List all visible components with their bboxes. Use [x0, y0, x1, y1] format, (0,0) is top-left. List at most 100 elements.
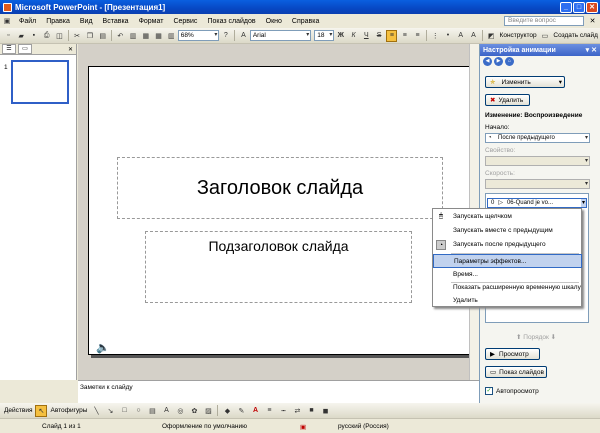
slide-canvas[interactable]: Заголовок слайда Подзаголовок слайда 🔈	[88, 66, 472, 355]
diagram-icon[interactable]: ◎	[174, 405, 186, 417]
menu-format[interactable]: Формат	[134, 18, 169, 25]
actions-menu[interactable]: Действия	[4, 407, 32, 414]
line-color-icon[interactable]: ✎	[235, 405, 247, 417]
subtitle-placeholder[interactable]: Подзаголовок слайда	[145, 231, 412, 303]
slides-tab[interactable]: ▭	[18, 44, 32, 54]
zoom-select[interactable]: 68%	[177, 30, 220, 41]
new-slide-button[interactable]: Создать слайд	[553, 32, 598, 39]
fill-color-icon[interactable]: ◆	[221, 405, 233, 417]
menu-effect-options[interactable]: Параметры эффектов...	[433, 254, 582, 268]
close-task-pane-icon[interactable]: ▾ ✕	[586, 46, 597, 54]
bullets-icon[interactable]: •	[443, 30, 454, 42]
slides-pane: ☰ ▭ ✕ 1	[0, 44, 77, 380]
remove-effect-button[interactable]: ✖ Удалить	[485, 94, 530, 106]
notes-pane[interactable]: Заметки к слайду	[78, 380, 479, 403]
arrow-style-icon[interactable]: ⇄	[291, 405, 303, 417]
start-select[interactable]: ◔ После предыдущего	[485, 133, 590, 143]
select-pointer-icon[interactable]: ↖	[35, 404, 48, 417]
menu-window[interactable]: Окно	[261, 18, 287, 25]
print-icon[interactable]: ⎙	[41, 30, 52, 42]
table-icon[interactable]: ▦	[140, 30, 151, 42]
property-select	[485, 156, 590, 166]
shadow-style-icon[interactable]: ■	[305, 405, 317, 417]
autopreview-checkbox[interactable]: ✓	[485, 387, 493, 395]
dash-style-icon[interactable]: ┅	[277, 405, 289, 417]
font-color-draw-icon[interactable]: A	[249, 405, 261, 417]
menu-view[interactable]: Вид	[75, 18, 98, 25]
home-icon[interactable]: ⌂	[505, 57, 514, 66]
autoshapes-menu[interactable]: Автофигуры	[50, 407, 87, 414]
back-icon[interactable]: ◀	[483, 57, 492, 66]
grow-font-icon[interactable]: A	[455, 30, 466, 42]
animation-item[interactable]: 0 ▷ 06-Quand je vo... ▾	[487, 198, 587, 208]
arrow-icon[interactable]: ↘	[104, 405, 116, 417]
menu-insert[interactable]: Вставка	[98, 18, 134, 25]
ask-question-input[interactable]: Введите вопрос	[504, 16, 584, 26]
close-document-icon[interactable]: ✕	[588, 17, 597, 26]
menu-file[interactable]: Файл	[14, 18, 41, 25]
align-right-icon[interactable]: ≡	[412, 30, 423, 42]
slide-thumbnail[interactable]	[11, 60, 69, 104]
save-icon[interactable]: ▪	[29, 30, 40, 42]
pane-tabs: ☰ ▭ ✕	[0, 44, 76, 55]
menu-start-on-click[interactable]: 🖱 Запускать щелчком	[433, 210, 582, 224]
context-menu: 🖱 Запускать щелчком Запускать вместе с п…	[432, 208, 582, 307]
clipart-icon[interactable]: ✿	[188, 405, 200, 417]
designer-button[interactable]: Конструктор	[500, 32, 537, 39]
font-select[interactable]: Arial	[249, 30, 312, 41]
slideshow-button[interactable]: ▭ Показ слайдов	[485, 366, 547, 378]
close-icon[interactable]: ✕	[586, 1, 598, 13]
menu-start-with-previous[interactable]: Запускать вместе с предыдущим	[433, 224, 582, 238]
menu-show-timeline[interactable]: Показать расширенную временную шкалу	[433, 281, 582, 295]
menu-slideshow[interactable]: Показ слайдов	[202, 18, 260, 25]
italic-button[interactable]: К	[348, 30, 359, 42]
help-icon[interactable]: ?	[220, 30, 231, 42]
menu-remove[interactable]: Удалить	[433, 294, 582, 308]
wordart-icon[interactable]: A	[160, 405, 172, 417]
undo-icon[interactable]: ↶	[115, 30, 126, 42]
forward-icon[interactable]: ▶	[494, 57, 503, 66]
menu-edit[interactable]: Правка	[41, 18, 75, 25]
outline-tab[interactable]: ☰	[2, 44, 16, 54]
chart-icon[interactable]: ▥	[128, 30, 139, 42]
new-icon[interactable]: ▫	[3, 30, 14, 42]
line-icon[interactable]: ╲	[90, 405, 102, 417]
oval-icon[interactable]: ○	[132, 405, 144, 417]
title-placeholder[interactable]: Заголовок слайда	[117, 157, 443, 219]
cut-icon[interactable]: ✂	[72, 30, 83, 42]
shadow-button[interactable]: S	[374, 30, 385, 42]
textbox-icon[interactable]: ▤	[146, 405, 158, 417]
maximize-icon[interactable]: □	[573, 1, 585, 13]
sound-icon[interactable]: 🔈	[96, 341, 110, 354]
menu-timing[interactable]: Время...	[433, 268, 582, 282]
document-icon: ▣	[3, 18, 11, 25]
change-effect-button[interactable]: ✯ Изменить ▾	[485, 76, 565, 88]
design-name: Оформление по умолчанию	[162, 423, 247, 430]
preview-icon[interactable]: ◫	[54, 30, 65, 42]
align-center-icon[interactable]: ≡	[399, 30, 410, 42]
numbered-list-icon[interactable]: ⋮	[430, 30, 441, 42]
grid-icon[interactable]: ▦	[153, 30, 164, 42]
menu-help[interactable]: Справка	[287, 18, 324, 25]
align-left-icon[interactable]: ≡	[386, 29, 398, 42]
font-size-select[interactable]: 18	[314, 30, 335, 41]
menu-start-after-previous[interactable]: ◔ Запускать после предыдущего	[433, 238, 582, 252]
rectangle-icon[interactable]: □	[118, 405, 130, 417]
minimize-icon[interactable]: _	[560, 1, 572, 13]
paste-icon[interactable]: ▤	[97, 30, 108, 42]
open-icon[interactable]: ▰	[16, 30, 27, 42]
drawing-toolbar: Действия ↖ Автофигуры ╲ ↘ □ ○ ▤ A ◎ ✿ ▨ …	[0, 403, 600, 418]
underline-button[interactable]: Ч	[361, 30, 372, 42]
play-icon: ▶	[490, 351, 495, 358]
bold-button[interactable]: Ж	[335, 30, 346, 42]
columns-icon[interactable]: ▥	[166, 30, 177, 42]
item-menu-icon[interactable]: ▾	[580, 199, 586, 207]
font-color-icon[interactable]: A	[468, 30, 479, 42]
line-style-icon[interactable]: ≡	[263, 405, 275, 417]
menu-tools[interactable]: Сервис	[168, 18, 202, 25]
preview-button[interactable]: ▶ Просмотр	[485, 348, 540, 360]
3d-style-icon[interactable]: ◼	[319, 405, 331, 417]
close-pane-icon[interactable]: ✕	[68, 46, 73, 53]
copy-icon[interactable]: ❐	[84, 30, 95, 42]
picture-icon[interactable]: ▨	[202, 405, 214, 417]
